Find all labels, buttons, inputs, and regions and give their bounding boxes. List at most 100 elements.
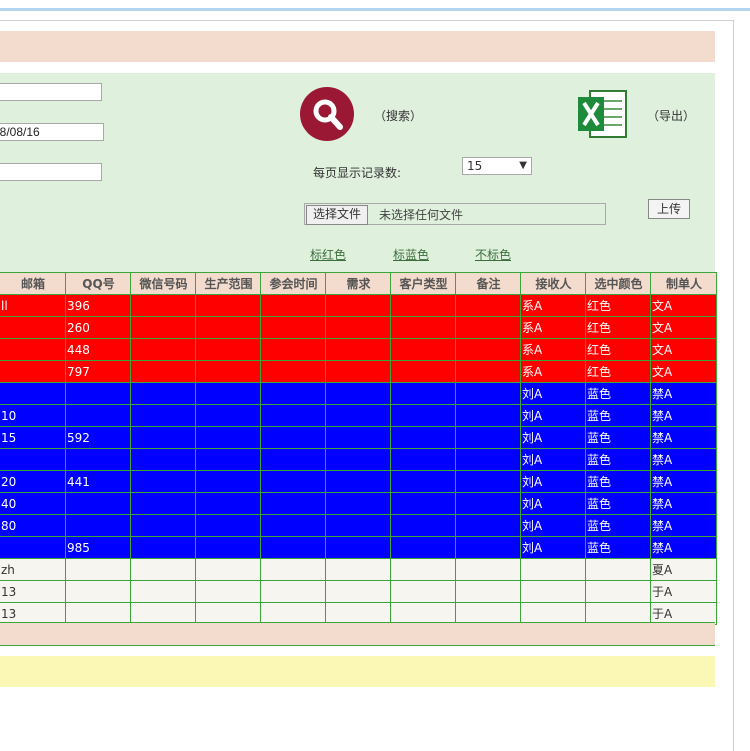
date-field[interactable] bbox=[0, 123, 104, 141]
table-row[interactable]: 40 刘A 蓝色 禁A bbox=[0, 492, 717, 515]
table-row[interactable]: ll 396 系A 红色 文A bbox=[0, 294, 717, 317]
table-cell bbox=[390, 316, 456, 339]
table-cell bbox=[325, 382, 391, 405]
table-row[interactable]: 448 系A 红色 文A bbox=[0, 338, 717, 361]
title-bar bbox=[0, 31, 715, 62]
table-row[interactable]: 20 441 刘A 蓝色 禁A bbox=[0, 470, 717, 493]
table-cell bbox=[260, 580, 326, 603]
export-label: （导出） bbox=[647, 109, 696, 123]
table-row[interactable]: 260 系A 红色 文A bbox=[0, 316, 717, 339]
table-cell bbox=[195, 294, 261, 317]
search-button[interactable] bbox=[300, 87, 354, 141]
table-cell bbox=[325, 580, 391, 603]
table-cell bbox=[325, 558, 391, 581]
table-cell: 禁A bbox=[650, 492, 717, 515]
column-header: QQ号 bbox=[65, 272, 131, 295]
table-cell bbox=[260, 536, 326, 559]
table-row[interactable]: 13 于A bbox=[0, 580, 717, 603]
table-cell: 蓝色 bbox=[585, 382, 651, 405]
table-cell: 刘A bbox=[520, 470, 586, 493]
table-cell bbox=[130, 536, 196, 559]
table-cell: 禁A bbox=[650, 536, 717, 559]
table-cell: 80 bbox=[0, 514, 66, 537]
table-cell bbox=[260, 492, 326, 515]
table-cell bbox=[455, 514, 521, 537]
table-cell bbox=[130, 426, 196, 449]
table-cell: 15 bbox=[0, 426, 66, 449]
table-cell bbox=[455, 316, 521, 339]
table-cell bbox=[390, 580, 456, 603]
table-row[interactable]: 15 592 刘A 蓝色 禁A bbox=[0, 426, 717, 449]
table-cell: 396 bbox=[65, 294, 131, 317]
table-cell bbox=[390, 514, 456, 537]
table-cell: 红色 bbox=[585, 338, 651, 361]
table-cell bbox=[260, 316, 326, 339]
table-cell bbox=[195, 580, 261, 603]
page-size-label: 每页显示记录数: bbox=[313, 166, 402, 180]
table-cell: 红色 bbox=[585, 360, 651, 383]
table-cell: 蓝色 bbox=[585, 426, 651, 449]
table-row[interactable]: 80 刘A 蓝色 禁A bbox=[0, 514, 717, 537]
table-cell bbox=[130, 382, 196, 405]
table-cell: 蓝色 bbox=[585, 470, 651, 493]
table-cell bbox=[130, 580, 196, 603]
table-cell bbox=[0, 382, 66, 405]
table-cell bbox=[390, 558, 456, 581]
table-cell bbox=[65, 382, 131, 405]
table-cell bbox=[195, 360, 261, 383]
table-cell bbox=[195, 492, 261, 515]
mark-blue-link[interactable]: 标蓝色 bbox=[393, 246, 429, 263]
choose-file-button[interactable]: 选择文件 bbox=[306, 205, 369, 225]
table-cell bbox=[260, 558, 326, 581]
table-cell bbox=[195, 382, 261, 405]
table-row[interactable]: 刘A 蓝色 禁A bbox=[0, 448, 717, 471]
table-cell bbox=[260, 294, 326, 317]
search-label: （搜索） bbox=[374, 109, 423, 123]
table-cell bbox=[260, 426, 326, 449]
table-cell bbox=[455, 470, 521, 493]
table-cell bbox=[0, 338, 66, 361]
table-cell bbox=[455, 492, 521, 515]
table-cell bbox=[455, 580, 521, 603]
table-cell: 红色 bbox=[585, 316, 651, 339]
table-cell bbox=[325, 514, 391, 537]
column-header: 参会时间 bbox=[260, 272, 326, 295]
table-cell: 蓝色 bbox=[585, 536, 651, 559]
table-row[interactable]: zh 夏A bbox=[0, 558, 717, 581]
filter-field-1[interactable] bbox=[0, 83, 102, 101]
file-input[interactable]: 选择文件 未选择任何文件 bbox=[304, 203, 606, 225]
table-cell bbox=[130, 558, 196, 581]
table-row[interactable]: 985 刘A 蓝色 禁A bbox=[0, 536, 717, 559]
table-cell bbox=[325, 316, 391, 339]
dropdown-arrow-icon: ▼ bbox=[519, 160, 527, 171]
excel-icon bbox=[578, 90, 627, 138]
table-cell: 文A bbox=[650, 294, 717, 317]
table-cell: 448 bbox=[65, 338, 131, 361]
mark-none-link[interactable]: 不标色 bbox=[475, 246, 511, 263]
column-header: 客户类型 bbox=[390, 272, 456, 295]
table-row[interactable]: 797 系A 红色 文A bbox=[0, 360, 717, 383]
table-cell bbox=[455, 294, 521, 317]
table-cell bbox=[390, 448, 456, 471]
table-cell bbox=[390, 338, 456, 361]
table-row[interactable]: 刘A 蓝色 禁A bbox=[0, 382, 717, 405]
page-size-select[interactable]: 15 ▼ bbox=[462, 157, 532, 175]
table-cell: 系A bbox=[520, 338, 586, 361]
table-cell: 蓝色 bbox=[585, 514, 651, 537]
table-cell bbox=[0, 448, 66, 471]
table-cell bbox=[325, 294, 391, 317]
table-cell bbox=[195, 448, 261, 471]
table-cell bbox=[390, 360, 456, 383]
table-cell: 13 bbox=[0, 580, 66, 603]
table-row[interactable]: 10 刘A 蓝色 禁A bbox=[0, 404, 717, 427]
table-cell: 文A bbox=[650, 316, 717, 339]
table-cell bbox=[455, 536, 521, 559]
table-cell: zh bbox=[0, 558, 66, 581]
export-button[interactable] bbox=[576, 89, 628, 139]
upload-button[interactable]: 上传 bbox=[648, 199, 690, 219]
filter-field-3[interactable] bbox=[0, 163, 102, 181]
mark-red-link[interactable]: 标红色 bbox=[310, 246, 346, 263]
table-cell: 刘A bbox=[520, 492, 586, 515]
table-cell bbox=[390, 404, 456, 427]
table-cell bbox=[455, 382, 521, 405]
